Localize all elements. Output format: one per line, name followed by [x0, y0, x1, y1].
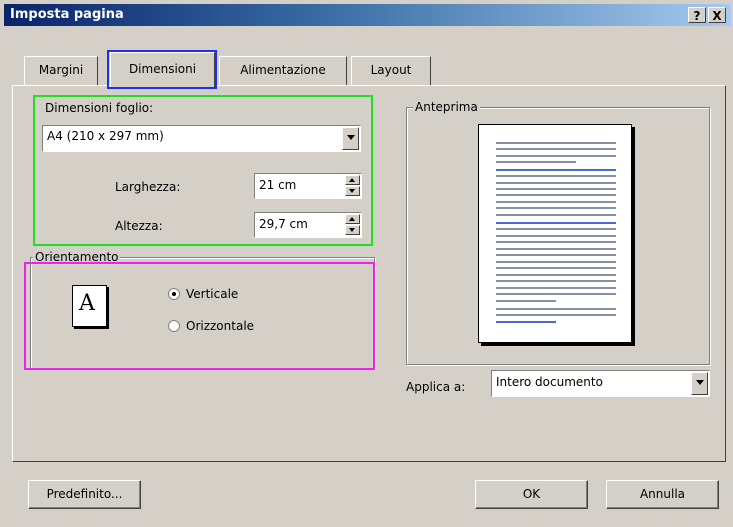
- width-label: Larghezza:: [115, 180, 181, 194]
- radio-orizzontale-label[interactable]: Orizzontale: [186, 319, 254, 333]
- default-button[interactable]: Predefinito...: [28, 480, 141, 509]
- paper-size-label: Dimensioni foglio:: [45, 101, 154, 115]
- spin-down-icon[interactable]: [345, 186, 360, 196]
- preview-title: Anteprima: [413, 100, 480, 114]
- portrait-icon: A: [72, 285, 107, 327]
- paper-size-combo[interactable]: A4 (210 x 297 mm): [42, 125, 361, 152]
- apply-to-value: Intero documento: [496, 375, 603, 389]
- radio-orizzontale[interactable]: [168, 320, 180, 332]
- close-button[interactable]: X: [708, 7, 726, 23]
- spin-up-icon[interactable]: [345, 214, 360, 224]
- portrait-icon-letter: A: [79, 291, 95, 316]
- paper-size-value: A4 (210 x 297 mm): [47, 129, 164, 143]
- height-value: 29,7 cm: [259, 217, 308, 231]
- radio-verticale-label[interactable]: Verticale: [186, 287, 238, 301]
- tab-layout[interactable]: Layout: [351, 56, 431, 85]
- tab-dimensioni[interactable]: Dimensioni: [110, 52, 215, 87]
- spin-down-icon[interactable]: [345, 225, 360, 235]
- tab-alimentazione[interactable]: Alimentazione: [219, 56, 347, 85]
- tab-margini[interactable]: Margini: [24, 56, 98, 85]
- window-title: Imposta pagina: [10, 7, 124, 22]
- width-value: 21 cm: [259, 178, 297, 192]
- spin-up-icon[interactable]: [345, 175, 360, 185]
- height-spinner[interactable]: 29,7 cm: [254, 212, 362, 238]
- cancel-button[interactable]: Annulla: [606, 480, 719, 509]
- chevron-down-icon[interactable]: [342, 127, 359, 150]
- radio-verticale[interactable]: [168, 288, 180, 300]
- page-setup-dialog: Imposta pagina ? X Margini Dimensioni Al…: [0, 0, 733, 527]
- help-button[interactable]: ?: [688, 7, 706, 23]
- width-spinner[interactable]: 21 cm: [254, 173, 362, 199]
- apply-to-label: Applica a:: [406, 380, 466, 394]
- apply-to-combo[interactable]: Intero documento: [491, 370, 710, 397]
- title-bar[interactable]: Imposta pagina ? X: [4, 4, 731, 26]
- ok-button[interactable]: OK: [475, 480, 588, 509]
- page-preview: [478, 124, 632, 343]
- chevron-down-icon[interactable]: [691, 372, 708, 395]
- orientation-title: Orientamento: [33, 250, 121, 264]
- height-label: Altezza:: [115, 219, 163, 233]
